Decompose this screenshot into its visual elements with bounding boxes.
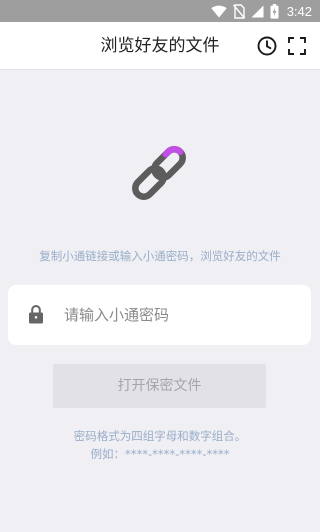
app-bar: 浏览好友的文件 bbox=[0, 22, 320, 70]
lock-icon bbox=[29, 305, 43, 324]
status-icons: 3:42 bbox=[210, 3, 312, 19]
wifi-icon bbox=[210, 5, 227, 17]
history-icon[interactable] bbox=[256, 35, 278, 57]
link-icon bbox=[132, 146, 186, 200]
hint-text: 复制小通链接或输入小通密码，浏览好友的文件 bbox=[39, 249, 281, 263]
code-input-card[interactable] bbox=[8, 285, 311, 345]
battery-charging-icon bbox=[270, 3, 279, 19]
fullscreen-icon[interactable] bbox=[287, 36, 307, 56]
signal-icon bbox=[251, 5, 264, 17]
status-bar: 3:42 bbox=[0, 0, 320, 22]
open-file-button[interactable]: 打开保密文件 bbox=[53, 364, 266, 408]
status-time: 3:42 bbox=[286, 3, 312, 19]
no-sim-icon bbox=[232, 3, 245, 19]
format-note: 密码格式为四组字母和数字组合。 bbox=[73, 429, 247, 443]
format-example: 例如：****-****-****-**** bbox=[90, 447, 230, 461]
code-input[interactable] bbox=[64, 295, 300, 335]
